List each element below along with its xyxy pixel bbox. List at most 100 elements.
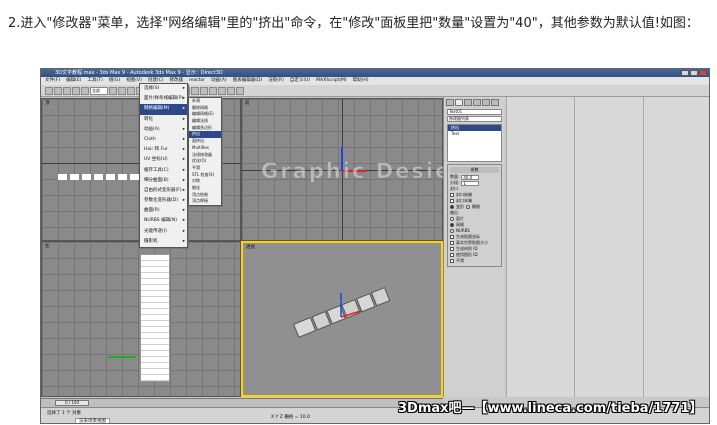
modifier-menu-item[interactable]: NURBS 编辑(N) [140, 216, 187, 226]
menu-item[interactable]: 组(G) [109, 77, 121, 85]
menu-item[interactable]: reactor [189, 77, 205, 85]
window-controls [681, 70, 707, 76]
motion-tab-icon[interactable] [473, 99, 481, 106]
submenu-item[interactable]: 对称 [189, 178, 221, 185]
modifier-menu-item[interactable]: Hair 和 Fur [140, 145, 187, 155]
extruded-text-3d-icon [292, 286, 391, 338]
viewport-label: 顶 [45, 101, 50, 106]
modifier-menu-item[interactable]: 光能传递(I) [140, 227, 187, 237]
viewport-left[interactable]: 左 [41, 241, 241, 397]
submenu-item[interactable]: 补洞 [189, 98, 221, 105]
material-editor-icon[interactable] [218, 87, 226, 95]
viewport-perspective[interactable]: 透视 [241, 241, 443, 397]
real-world-checkbox[interactable] [450, 241, 454, 245]
title-bar: 3D文字教程.max - 3ds Max 9 - Autodesk 3ds Ma… [41, 69, 709, 77]
submenu-item[interactable]: 细化 [189, 185, 221, 192]
submenu-item[interactable]: 顶点焊接 [189, 198, 221, 205]
panel-column [506, 97, 574, 397]
window-title: 3D文字教程.max - 3ds Max 9 - Autodesk 3ds Ma… [55, 70, 223, 76]
close-button[interactable] [699, 70, 707, 76]
link-icon[interactable] [63, 87, 71, 95]
modify-tab-icon[interactable] [455, 99, 463, 106]
object-name-field[interactable]: Text01 [447, 109, 502, 115]
modifier-menu-item[interactable]: 曲面(R) [140, 206, 187, 216]
modifier-menu-item[interactable]: 细分曲面(B) [140, 176, 187, 186]
gen-matid-checkbox[interactable] [450, 247, 454, 251]
minimize-button[interactable] [681, 70, 689, 76]
menu-item[interactable]: 图表编辑器(D) [233, 77, 262, 85]
cap-start-checkbox[interactable] [450, 193, 454, 197]
modifier-menu-item[interactable]: 动画(A) [140, 125, 187, 135]
submenu-item[interactable]: 优化(O) [189, 158, 221, 165]
submenu-item[interactable]: 平滑 [189, 165, 221, 172]
modifier-list-dropdown[interactable]: 修改器列表 [447, 116, 502, 122]
curve-editor-icon[interactable] [209, 87, 217, 95]
align-icon[interactable] [191, 87, 199, 95]
gen-mapping-checkbox[interactable] [450, 235, 454, 239]
segments-input[interactable]: 1 [461, 180, 480, 186]
menu-item[interactable]: MAXScript(M) [316, 77, 347, 85]
menu-item[interactable]: 帮助(H) [353, 77, 369, 85]
modifier-menu: 选择(S)面片/样条线编辑(P)网格编辑(M)转化动画(A)ClothHair … [139, 83, 188, 248]
submenu-item[interactable]: MultiRes [189, 145, 221, 152]
maximize-button[interactable] [690, 70, 698, 76]
modifier-menu-item[interactable]: 自由形式变形器(F) [140, 186, 187, 196]
select-icon[interactable] [109, 87, 117, 95]
smooth-checkbox[interactable] [450, 259, 454, 263]
render-icon[interactable] [236, 87, 244, 95]
modifier-menu-item[interactable]: UV 坐标(U) [140, 155, 187, 165]
unlink-icon[interactable] [72, 87, 80, 95]
grid-radio[interactable] [466, 205, 470, 209]
submenu-item[interactable]: 编辑法线 [189, 118, 221, 125]
menu-item[interactable]: 自定义(U) [290, 77, 310, 85]
menu-item[interactable]: 渲染(R) [268, 77, 284, 85]
bind-icon[interactable] [81, 87, 89, 95]
coordinate-display: X Y Z 栅格 = 10.0 [271, 415, 310, 420]
patch-radio[interactable] [450, 217, 454, 221]
morph-radio[interactable] [450, 205, 454, 209]
create-tab-icon[interactable] [446, 99, 454, 106]
display-tab-icon[interactable] [482, 99, 490, 106]
menu-item[interactable]: 文件(F) [45, 77, 60, 85]
tutorial-caption: 2.进入"修改器"菜单，选择"网络编辑"里的"挤出"命令，在"修改"面板里把"数… [8, 16, 699, 31]
amount-input[interactable]: 40.0 [461, 174, 480, 180]
nurbs-radio[interactable] [450, 229, 454, 233]
menu-item[interactable]: 编辑(E) [66, 77, 81, 85]
modifier-menu-item[interactable]: Cloth [140, 135, 187, 145]
stack-item-text[interactable]: Text [448, 131, 501, 137]
app-screenshot: 3D文字教程.max - 3ds Max 9 - Autodesk 3ds Ma… [40, 68, 710, 424]
modifier-menu-item[interactable]: 缓存工具(C) [140, 166, 187, 176]
submenu-item[interactable]: 面挤出 [189, 138, 221, 145]
selection-status: 选择了 1 个 对象 [47, 411, 82, 416]
undo-icon[interactable] [45, 87, 53, 95]
select-by-name-icon[interactable] [118, 87, 126, 95]
time-slider-bar: 0 / 100 [41, 398, 443, 407]
use-shape-id-checkbox[interactable] [450, 253, 454, 257]
smooth-label: 平滑 [456, 258, 464, 263]
menu-item[interactable]: 动画(A) [211, 77, 227, 85]
selection-filter[interactable]: 全部 [90, 87, 108, 95]
modifier-menu-item[interactable]: 网格编辑(M) [140, 104, 187, 115]
modifier-menu-item[interactable]: 摄影机 [140, 237, 187, 247]
forum-watermark: 3Dmax吧—【www.lineca.com/tieba/1771】 [398, 401, 703, 416]
modifier-stack: 挤出 Text [447, 124, 502, 162]
redo-icon[interactable] [54, 87, 62, 95]
modifier-menu-item[interactable]: 转化 [140, 115, 187, 125]
layer-icon[interactable] [200, 87, 208, 95]
time-slider[interactable]: 0 / 100 [55, 400, 89, 406]
graphic-watermark: Graphic Desien [260, 159, 469, 184]
rollout-title[interactable]: 参数 [450, 167, 499, 173]
menu-item[interactable]: 工具(T) [87, 77, 102, 85]
command-panel: Text01 修改器列表 挤出 Text 参数 数量: 40.0 分段: 1 封口 … [443, 97, 505, 397]
cap-end-checkbox[interactable] [450, 199, 454, 203]
viewport-label: 透视 [246, 245, 255, 250]
hierarchy-tab-icon[interactable] [464, 99, 472, 106]
mesh-radio[interactable] [450, 223, 454, 227]
move-icon[interactable] [127, 87, 135, 95]
mesh-editing-submenu: 补洞 删除网格 编辑网格(E) 编辑法线 编辑多边形 挤出 面挤出 MultiRes 法线修改器… [188, 97, 222, 206]
modifier-menu-item[interactable]: 选择(S) [140, 84, 187, 94]
render-setup-icon[interactable] [227, 87, 235, 95]
utilities-tab-icon[interactable] [491, 99, 499, 106]
modifier-menu-item[interactable]: 参数化变形器(D) [140, 196, 187, 206]
modifier-menu-item[interactable]: 面片/样条线编辑(P) [140, 94, 187, 104]
